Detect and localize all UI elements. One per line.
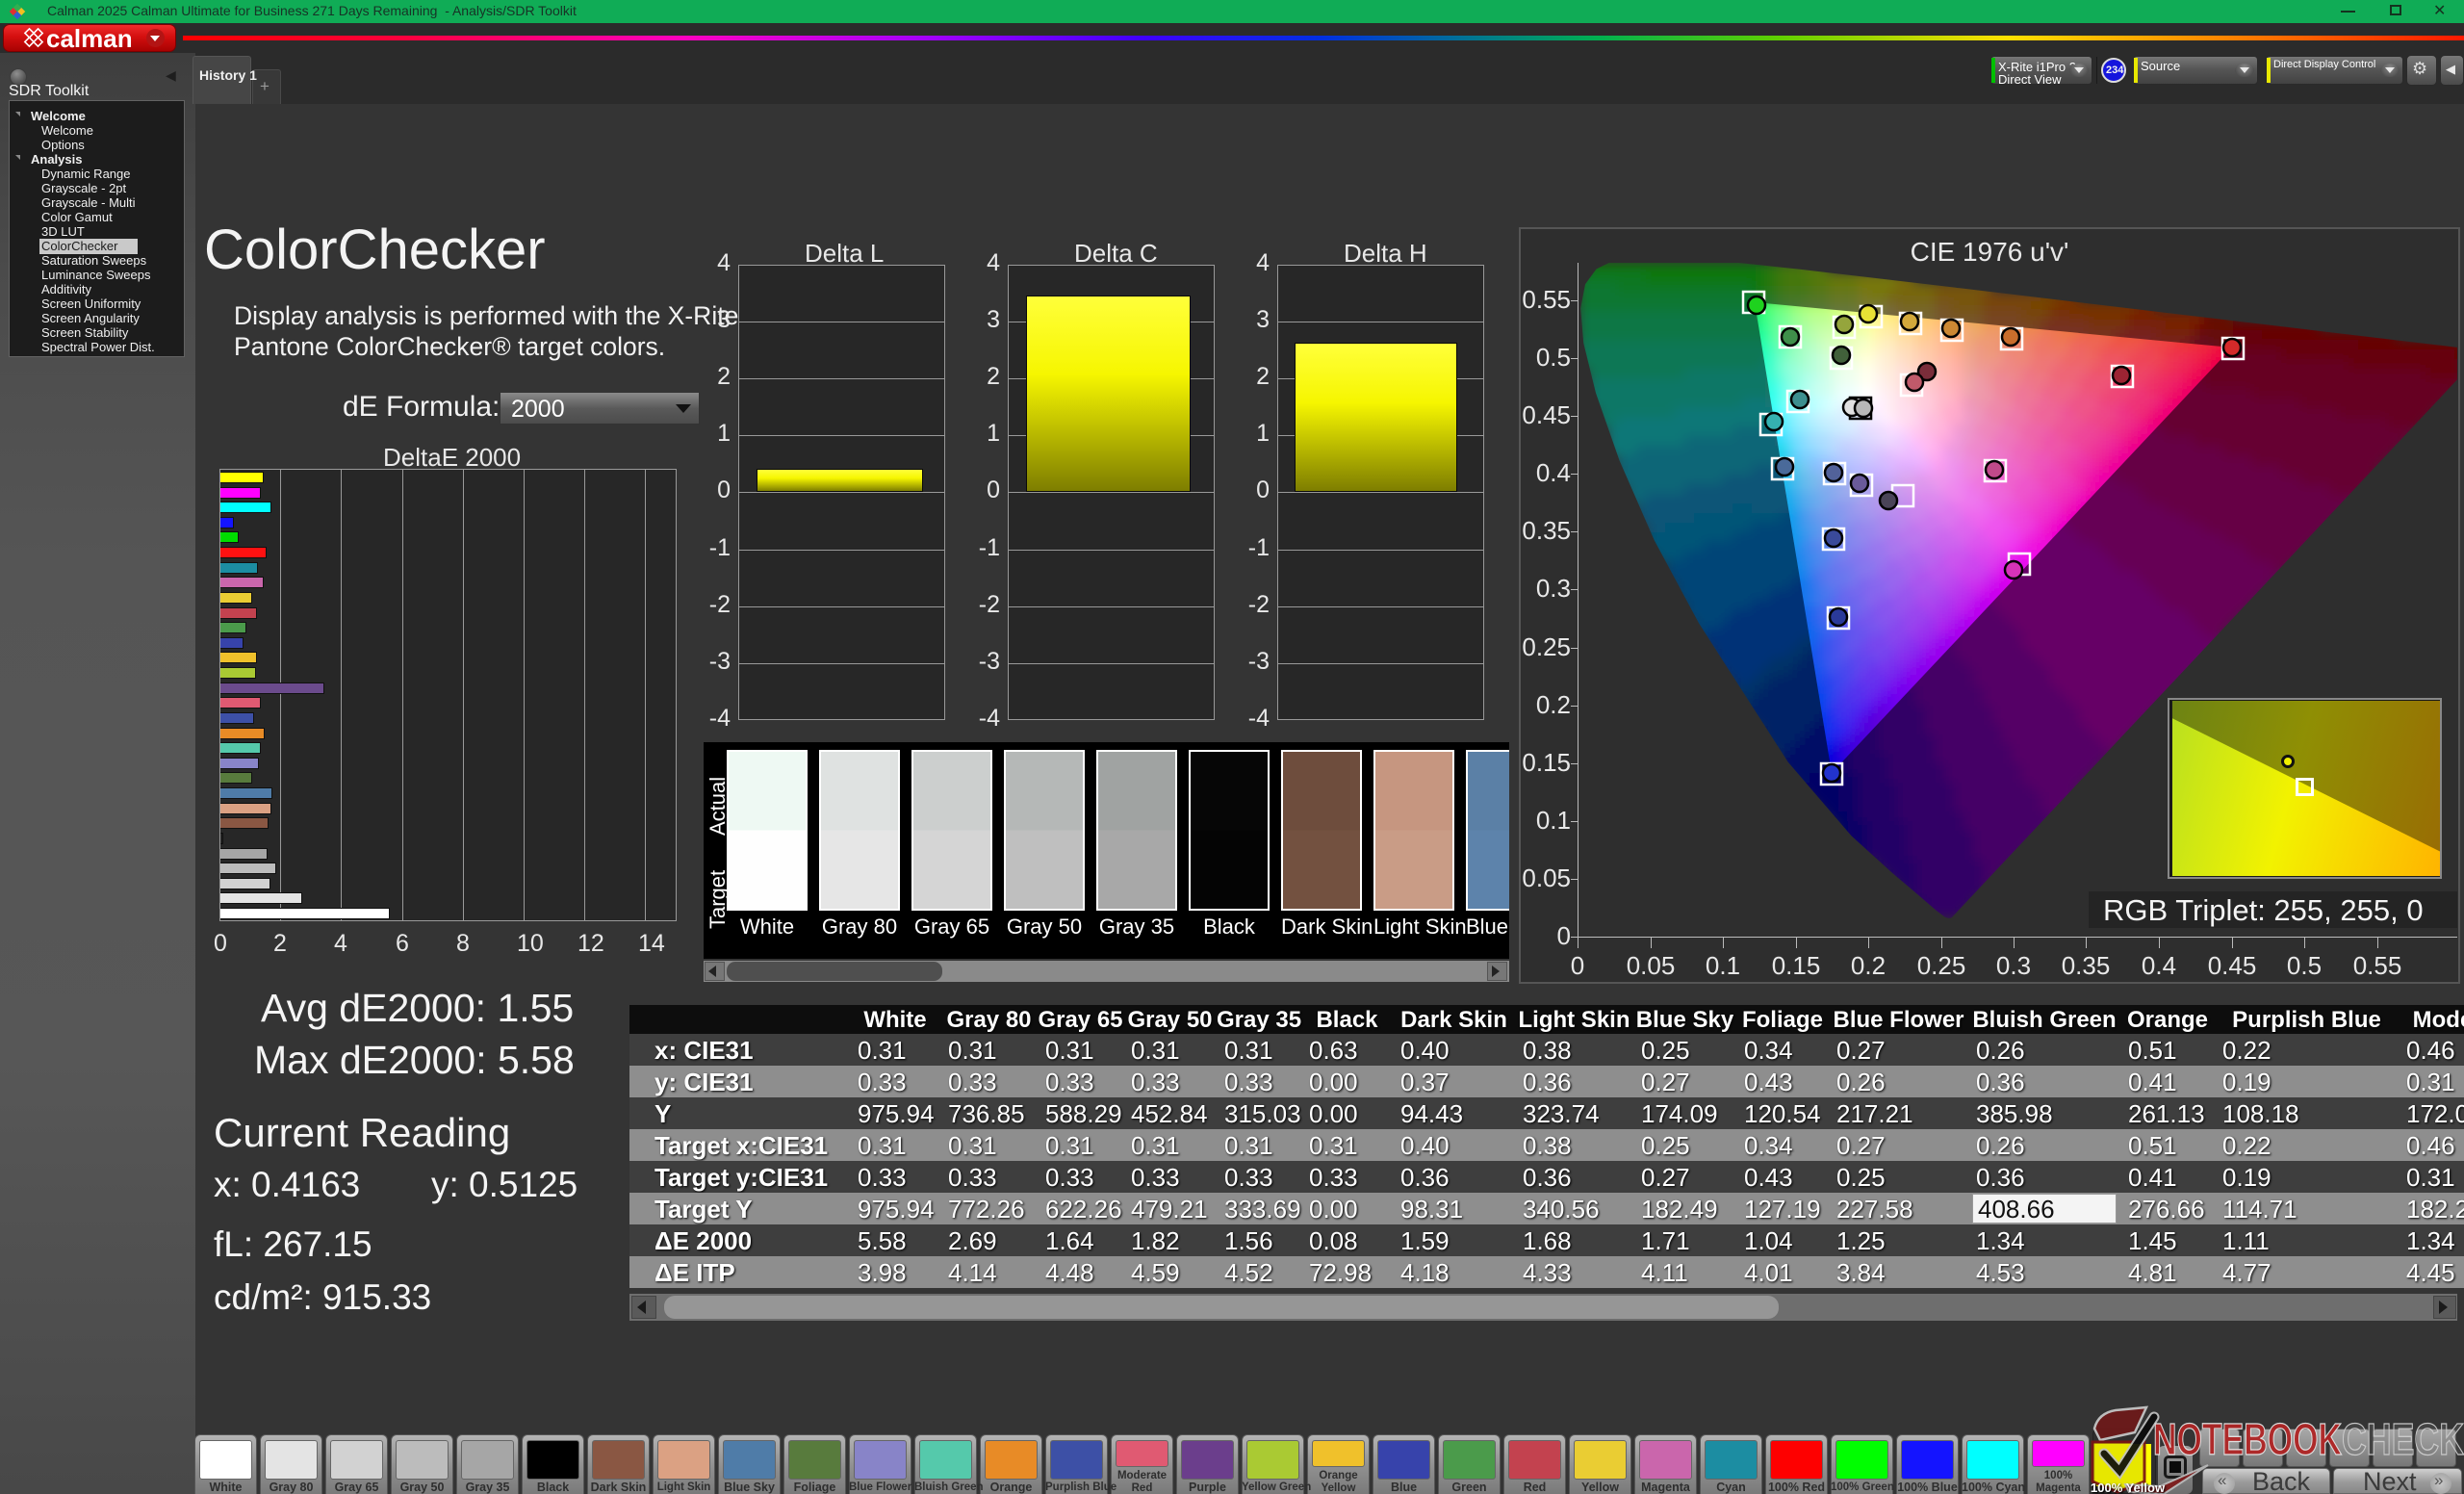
- svg-text:CHECK: CHECK: [2342, 1414, 2464, 1464]
- svg-text:NOTEBOOK: NOTEBOOK: [2153, 1414, 2342, 1464]
